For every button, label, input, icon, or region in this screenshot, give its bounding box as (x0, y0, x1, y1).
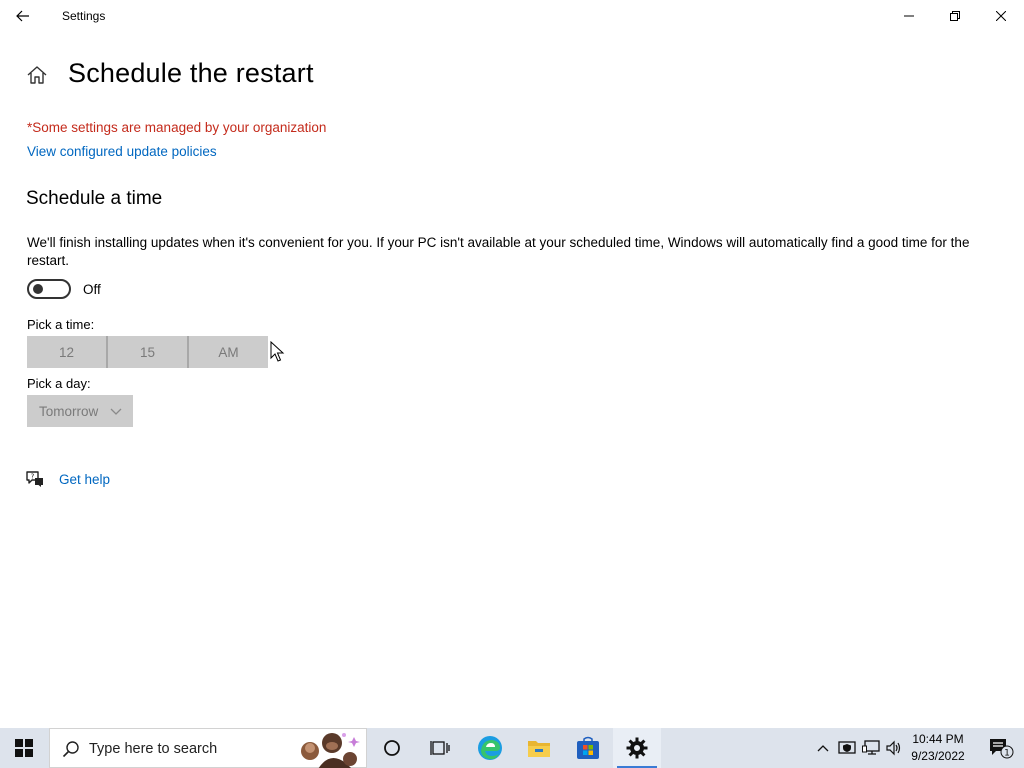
notification-icon: 1 (990, 739, 1014, 759)
cortana-icon (384, 740, 400, 756)
day-dropdown-value: Tomorrow (39, 403, 99, 419)
managed-by-organization-note: *Some settings are managed by your organ… (27, 120, 327, 135)
view-update-policies-link[interactable]: View configured update policies (27, 144, 217, 159)
volume-tray-button[interactable] (883, 728, 905, 768)
period-field[interactable]: AM (189, 336, 268, 368)
task-view-icon (430, 741, 450, 755)
network-icon (862, 740, 880, 755)
clock-date: 9/23/2022 (911, 749, 965, 763)
close-button[interactable] (978, 0, 1024, 32)
pick-time-label: Pick a time: (27, 317, 95, 332)
file-explorer-button[interactable] (515, 728, 563, 768)
taskbar: Type here to search 10:44 PM 9/23/2022 1 (0, 728, 1024, 768)
day-dropdown[interactable]: Tomorrow (27, 395, 133, 427)
restore-icon (950, 11, 960, 21)
show-hidden-icons-button[interactable] (812, 728, 834, 768)
schedule-section-title: Schedule a time (26, 188, 163, 209)
help-chat-icon: ? (26, 471, 43, 487)
windows-logo-icon (15, 739, 33, 757)
search-highlight-illustration (301, 733, 360, 768)
search-icon (62, 741, 79, 758)
microsoft-store-button[interactable] (564, 728, 612, 768)
minimize-button[interactable] (886, 0, 932, 32)
schedule-description: We'll finish installing updates when it'… (27, 235, 970, 268)
get-help-link[interactable]: Get help (59, 472, 110, 487)
back-button[interactable] (0, 0, 46, 32)
pick-day-label: Pick a day: (27, 376, 91, 391)
close-icon (996, 11, 1006, 21)
action-center-button[interactable]: 1 (978, 728, 1024, 768)
hour-field[interactable]: 12 (27, 336, 106, 368)
page-title: Schedule the restart (68, 58, 314, 88)
toggle-state-label: Off (83, 282, 101, 297)
notification-count: 1 (1004, 749, 1010, 759)
chevron-down-icon (110, 408, 122, 415)
network-tray-button[interactable] (860, 728, 882, 768)
speaker-icon (886, 740, 901, 756)
search-placeholder: Type here to search (89, 741, 218, 757)
back-arrow-icon (16, 10, 29, 22)
minute-field[interactable]: 15 (108, 336, 187, 368)
taskbar-search-box[interactable]: Type here to search (49, 728, 367, 768)
title-bar: Settings (0, 0, 1024, 32)
edge-icon (478, 736, 502, 760)
settings-taskbar-button[interactable] (613, 728, 661, 768)
chevron-up-icon (817, 745, 829, 752)
svg-text:?: ? (31, 473, 35, 481)
security-tray-button[interactable] (836, 728, 858, 768)
taskbar-clock[interactable]: 10:44 PM 9/23/2022 (905, 731, 971, 765)
window-title: Settings (62, 9, 106, 23)
toggle-knob (33, 284, 43, 294)
mouse-cursor-icon (270, 341, 285, 362)
cortana-button[interactable] (368, 728, 416, 768)
minimize-icon (904, 15, 914, 17)
time-picker[interactable]: 12 15 AM (27, 336, 268, 368)
edge-browser-button[interactable] (466, 728, 514, 768)
home-icon[interactable] (26, 64, 48, 86)
gear-icon (626, 737, 648, 759)
clock-time: 10:44 PM (912, 732, 964, 746)
restore-button[interactable] (932, 0, 978, 32)
schedule-toggle[interactable] (27, 279, 71, 299)
folder-icon (528, 741, 550, 757)
shield-monitor-icon (838, 741, 856, 754)
start-button[interactable] (0, 728, 48, 768)
task-view-button[interactable] (416, 728, 464, 768)
store-icon (577, 736, 599, 759)
